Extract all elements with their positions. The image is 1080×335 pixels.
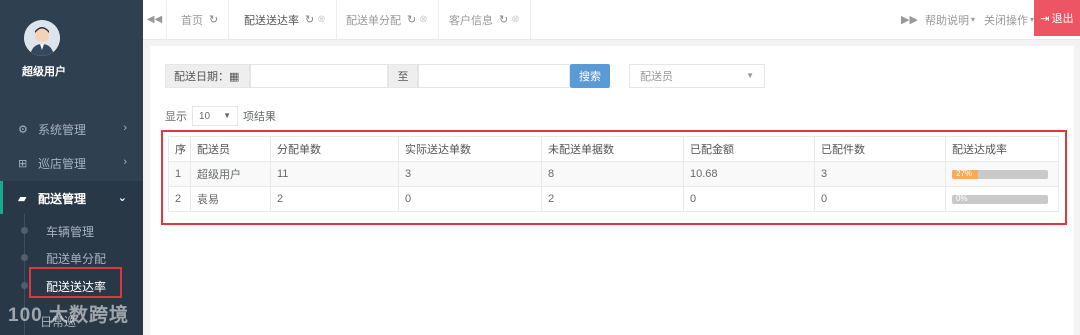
caret-down-icon: ▼ bbox=[746, 71, 754, 80]
length-suffix: 项结果 bbox=[243, 111, 276, 123]
tab-label: 配送单分配 bbox=[346, 14, 401, 27]
end-date-input[interactable] bbox=[418, 64, 570, 88]
close-ops-dropdown[interactable]: 关闭操作 ▾ bbox=[984, 0, 1034, 39]
chevron-down-icon: ⌄ bbox=[117, 192, 127, 204]
submenu-vehicle-management[interactable]: 车辆管理 bbox=[46, 223, 94, 240]
tab-label: 客户信息 bbox=[449, 14, 493, 27]
date-label: 配送日期： ▦ bbox=[165, 64, 250, 88]
user-name[interactable]: 超级用户 bbox=[22, 63, 66, 79]
courier-select-wrap: 配送员 ▼ bbox=[629, 64, 765, 88]
search-button-wrap: 搜索 bbox=[570, 64, 610, 88]
nav-delivery-management[interactable]: ▰ 配送管理 ⌄ bbox=[0, 181, 143, 215]
caret-down-icon: ▼ bbox=[223, 111, 231, 120]
highlight-box-table bbox=[161, 130, 1067, 225]
submenu-dot bbox=[21, 254, 28, 261]
sidebar: 超级用户 ⚙ 系统管理 › ⊞ 巡店管理 › ▰ 配送管理 ⌄ 车辆管理 配送单… bbox=[0, 0, 143, 335]
tab-bar: ◀◀ 首页 ↻ 配送送达率 ↻ ⊗ 配送单分配 ↻ ⊗ 客户信息 ↻ ⊗ ▶▶ … bbox=[143, 0, 1080, 40]
help-dropdown[interactable]: 帮助说明 ▾ bbox=[925, 0, 975, 39]
to-label: 至 bbox=[388, 64, 418, 88]
tab-label: 配送送达率 bbox=[244, 14, 299, 27]
submenu-dot bbox=[21, 227, 28, 234]
caret-down-icon: ▾ bbox=[971, 15, 976, 24]
submenu-delivery-assignment[interactable]: 配送单分配 bbox=[46, 250, 106, 267]
help-label: 帮助说明 bbox=[925, 14, 969, 27]
logout-button[interactable]: ⇥ 退出 bbox=[1034, 0, 1080, 36]
tab-label: 首页 bbox=[181, 14, 203, 27]
length-prefix: 显示 bbox=[165, 111, 187, 123]
date-filter: 配送日期： ▦ 至 bbox=[165, 64, 570, 88]
refresh-icon[interactable]: ↻ bbox=[499, 13, 508, 26]
close-icon[interactable]: ⊗ bbox=[317, 14, 325, 25]
chevron-right-icon: › bbox=[123, 156, 127, 168]
tab-delivery-assignment[interactable]: 配送单分配 ↻ ⊗ bbox=[336, 0, 439, 39]
courier-placeholder: 配送员 bbox=[640, 71, 673, 83]
nav-store-inspection[interactable]: ⊞ 巡店管理 › bbox=[0, 146, 143, 180]
truck-icon: ▰ bbox=[18, 192, 27, 205]
highlight-box-menu bbox=[29, 267, 122, 298]
search-button[interactable]: 搜索 bbox=[570, 64, 610, 88]
gears-icon: ⚙ bbox=[18, 123, 28, 136]
nav-label: 系统管理 bbox=[38, 122, 87, 137]
refresh-icon[interactable]: ↻ bbox=[407, 13, 416, 26]
sitemap-icon: ⊞ bbox=[18, 157, 28, 170]
table-length-control: 显示 10 ▼ 项结果 bbox=[165, 106, 276, 126]
tab-delivery-rate[interactable]: 配送送达率 ↻ ⊗ bbox=[234, 0, 337, 39]
refresh-icon[interactable]: ↻ bbox=[305, 13, 314, 26]
sign-out-icon: ⇥ bbox=[1040, 12, 1050, 25]
close-icon[interactable]: ⊗ bbox=[511, 14, 519, 25]
tab-customer-info[interactable]: 客户信息 ↻ ⊗ bbox=[439, 0, 531, 39]
chevron-right-icon: › bbox=[123, 122, 127, 134]
refresh-icon[interactable]: ↻ bbox=[209, 13, 218, 26]
close-icon[interactable]: ⊗ bbox=[419, 14, 427, 25]
page-length-value: 10 bbox=[199, 110, 211, 122]
submenu-dot bbox=[21, 282, 28, 289]
calendar-icon: ▦ bbox=[229, 70, 240, 83]
tab-scroll-right-icon[interactable]: ▶▶ bbox=[901, 0, 918, 39]
logout-label: 退出 bbox=[1051, 13, 1074, 25]
start-date-input[interactable] bbox=[250, 64, 388, 88]
watermark: 100 大数跨境 bbox=[8, 305, 129, 326]
courier-select[interactable]: 配送员 ▼ bbox=[629, 64, 765, 88]
page-length-select[interactable]: 10 ▼ bbox=[192, 106, 238, 126]
close-ops-label: 关闭操作 bbox=[984, 14, 1028, 27]
tab-home[interactable]: 首页 ↻ bbox=[171, 0, 230, 39]
nav-label: 巡店管理 bbox=[38, 156, 87, 171]
nav-system-management[interactable]: ⚙ 系统管理 › bbox=[0, 112, 143, 146]
user-profile: 超级用户 bbox=[0, 0, 143, 105]
avatar[interactable] bbox=[24, 20, 60, 56]
date-label-text: 配送日期： bbox=[174, 71, 229, 83]
tab-scroll-left-icon[interactable]: ◀◀ bbox=[143, 0, 167, 39]
nav-label: 配送管理 bbox=[38, 191, 87, 206]
